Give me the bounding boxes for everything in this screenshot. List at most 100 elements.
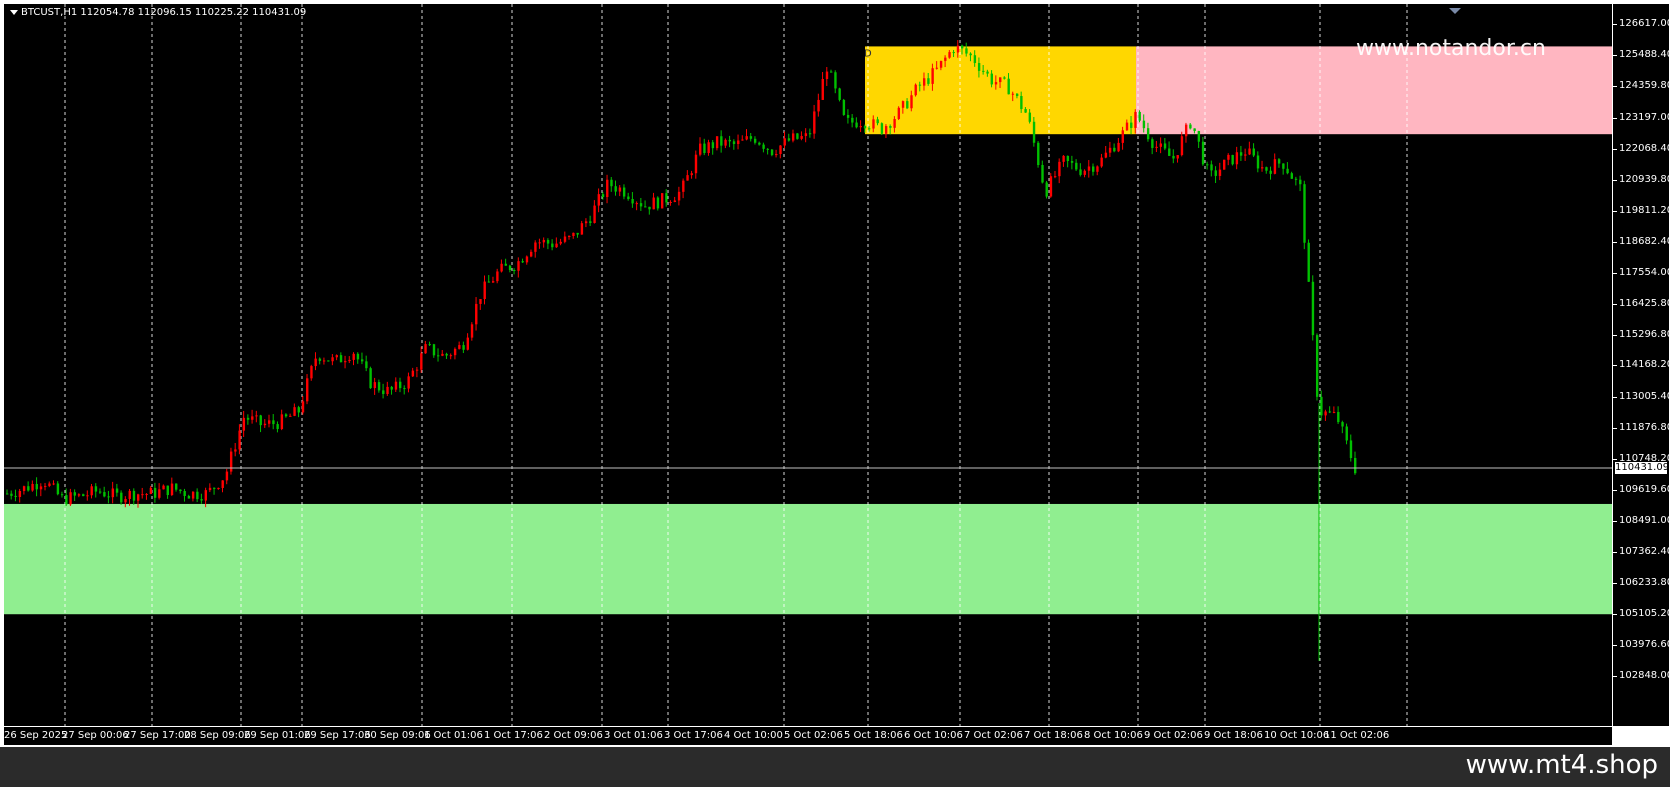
- candle-body: [568, 235, 571, 237]
- candle-body: [580, 223, 584, 235]
- candle-body: [656, 197, 660, 209]
- candle-body: [1332, 411, 1336, 413]
- candle-body: [238, 430, 241, 450]
- candle-body: [1273, 159, 1277, 174]
- candle-body: [910, 95, 913, 109]
- candle-body: [1087, 166, 1091, 171]
- time-label: 7 Oct 18:06: [1024, 730, 1083, 741]
- candle-body: [821, 78, 824, 100]
- candle-body: [310, 366, 313, 379]
- candle-body: [272, 420, 275, 425]
- candle-body: [65, 495, 68, 505]
- price-axis[interactable]: 126617.00 125488.40 124359.80 123197.00 1220…: [1612, 4, 1670, 726]
- candle-body: [1303, 184, 1306, 243]
- candle-body: [69, 492, 72, 505]
- candle-body: [14, 495, 17, 497]
- time-label: 1 Oct 17:06: [484, 730, 543, 741]
- time-label: 3 Oct 17:06: [664, 730, 723, 741]
- candle-body: [458, 345, 461, 349]
- time-label: 29 Sep 17:06: [304, 730, 371, 741]
- candle-body: [741, 139, 744, 141]
- time-label: 27 Sep 00:06: [62, 730, 129, 741]
- candle-body: [158, 489, 161, 498]
- candle-body: [622, 187, 626, 197]
- candle-body: [386, 386, 389, 394]
- dropdown-triangle-icon[interactable]: [10, 9, 18, 15]
- candlestick-chart[interactable]: D: [4, 4, 1612, 726]
- candle-body: [1024, 109, 1027, 113]
- candle-body: [813, 111, 816, 134]
- time-label: 7 Oct 02:06: [964, 730, 1023, 741]
- candle-body: [1345, 426, 1348, 441]
- candle-body: [398, 381, 402, 389]
- chart-canvas[interactable]: D BTCUST,H1 112054.78 112096.15 110225.2…: [4, 4, 1612, 726]
- candle-body: [27, 486, 30, 491]
- candle-body: [880, 123, 884, 134]
- candle-body: [297, 407, 300, 413]
- candle-body: [382, 390, 385, 394]
- candle-body: [914, 84, 917, 96]
- candle-body: [445, 353, 448, 356]
- candle-body: [1248, 148, 1251, 155]
- candle-body: [863, 126, 867, 129]
- candle-body: [922, 78, 926, 86]
- candle-body: [35, 483, 38, 490]
- candle-body: [475, 303, 478, 325]
- candle-body: [753, 138, 757, 143]
- price-label: 126617.00: [1619, 18, 1670, 29]
- time-label: 9 Oct 02:06: [1144, 730, 1203, 741]
- price-tick: [1613, 645, 1617, 647]
- price-label: 116425.80: [1619, 297, 1670, 309]
- candle-body: [1155, 146, 1158, 148]
- candle-body: [555, 243, 558, 248]
- candle-body: [1282, 163, 1285, 169]
- candle-body: [948, 52, 951, 58]
- supply-zone: [865, 46, 1136, 135]
- candle-body: [973, 55, 977, 64]
- candle-body: [1201, 141, 1205, 165]
- candle-body: [677, 191, 681, 201]
- candle-body: [132, 490, 136, 501]
- candle-body: [1252, 148, 1255, 156]
- candle-body: [639, 203, 643, 207]
- candle-body: [335, 355, 339, 358]
- candle-body: [648, 206, 651, 210]
- price-label: 111876.80: [1619, 422, 1670, 434]
- candle-body: [1138, 111, 1141, 121]
- candle-body: [1189, 124, 1192, 129]
- symbol-info-text: BTCUST,H1 112054.78 112096.15 110225.22 …: [21, 7, 307, 18]
- candle-body: [652, 197, 655, 210]
- time-label: 28 Sep 09:06: [184, 730, 251, 741]
- price-label: 117554.00: [1619, 266, 1670, 278]
- candle-body: [1163, 143, 1167, 149]
- candle-body: [225, 471, 229, 481]
- candle-body: [986, 71, 989, 74]
- candle-body: [149, 487, 153, 494]
- candle-body: [1092, 166, 1095, 172]
- time-axis[interactable]: 26 Sep 2025 27 Sep 00:06 27 Sep 17:00 28 Se…: [4, 726, 1612, 745]
- candle-body: [842, 99, 846, 115]
- price-label: 118682.40: [1619, 235, 1670, 247]
- candle-body: [610, 179, 613, 187]
- candle-body: [1100, 157, 1103, 167]
- candle-body: [56, 483, 60, 495]
- candle-body: [872, 119, 875, 129]
- candle-body: [931, 68, 934, 84]
- candle-body: [961, 45, 964, 49]
- chart-shift-marker-icon[interactable]: [1449, 8, 1461, 14]
- candle-body: [1113, 147, 1116, 152]
- candle-body: [1176, 155, 1179, 159]
- candle-body: [331, 357, 334, 362]
- candle-body: [1079, 169, 1082, 175]
- candle-body: [44, 485, 47, 487]
- candle-body: [496, 271, 499, 282]
- time-label: 5 Oct 02:06: [784, 730, 843, 741]
- price-label: 103976.60: [1619, 639, 1670, 651]
- candle-body: [1011, 93, 1015, 95]
- price-label: 113005.40: [1619, 391, 1670, 403]
- candle-body: [1117, 142, 1120, 152]
- candle-body: [6, 493, 9, 495]
- candle-body: [1320, 396, 1323, 416]
- candle-body: [517, 261, 520, 271]
- candle-body: [162, 485, 165, 490]
